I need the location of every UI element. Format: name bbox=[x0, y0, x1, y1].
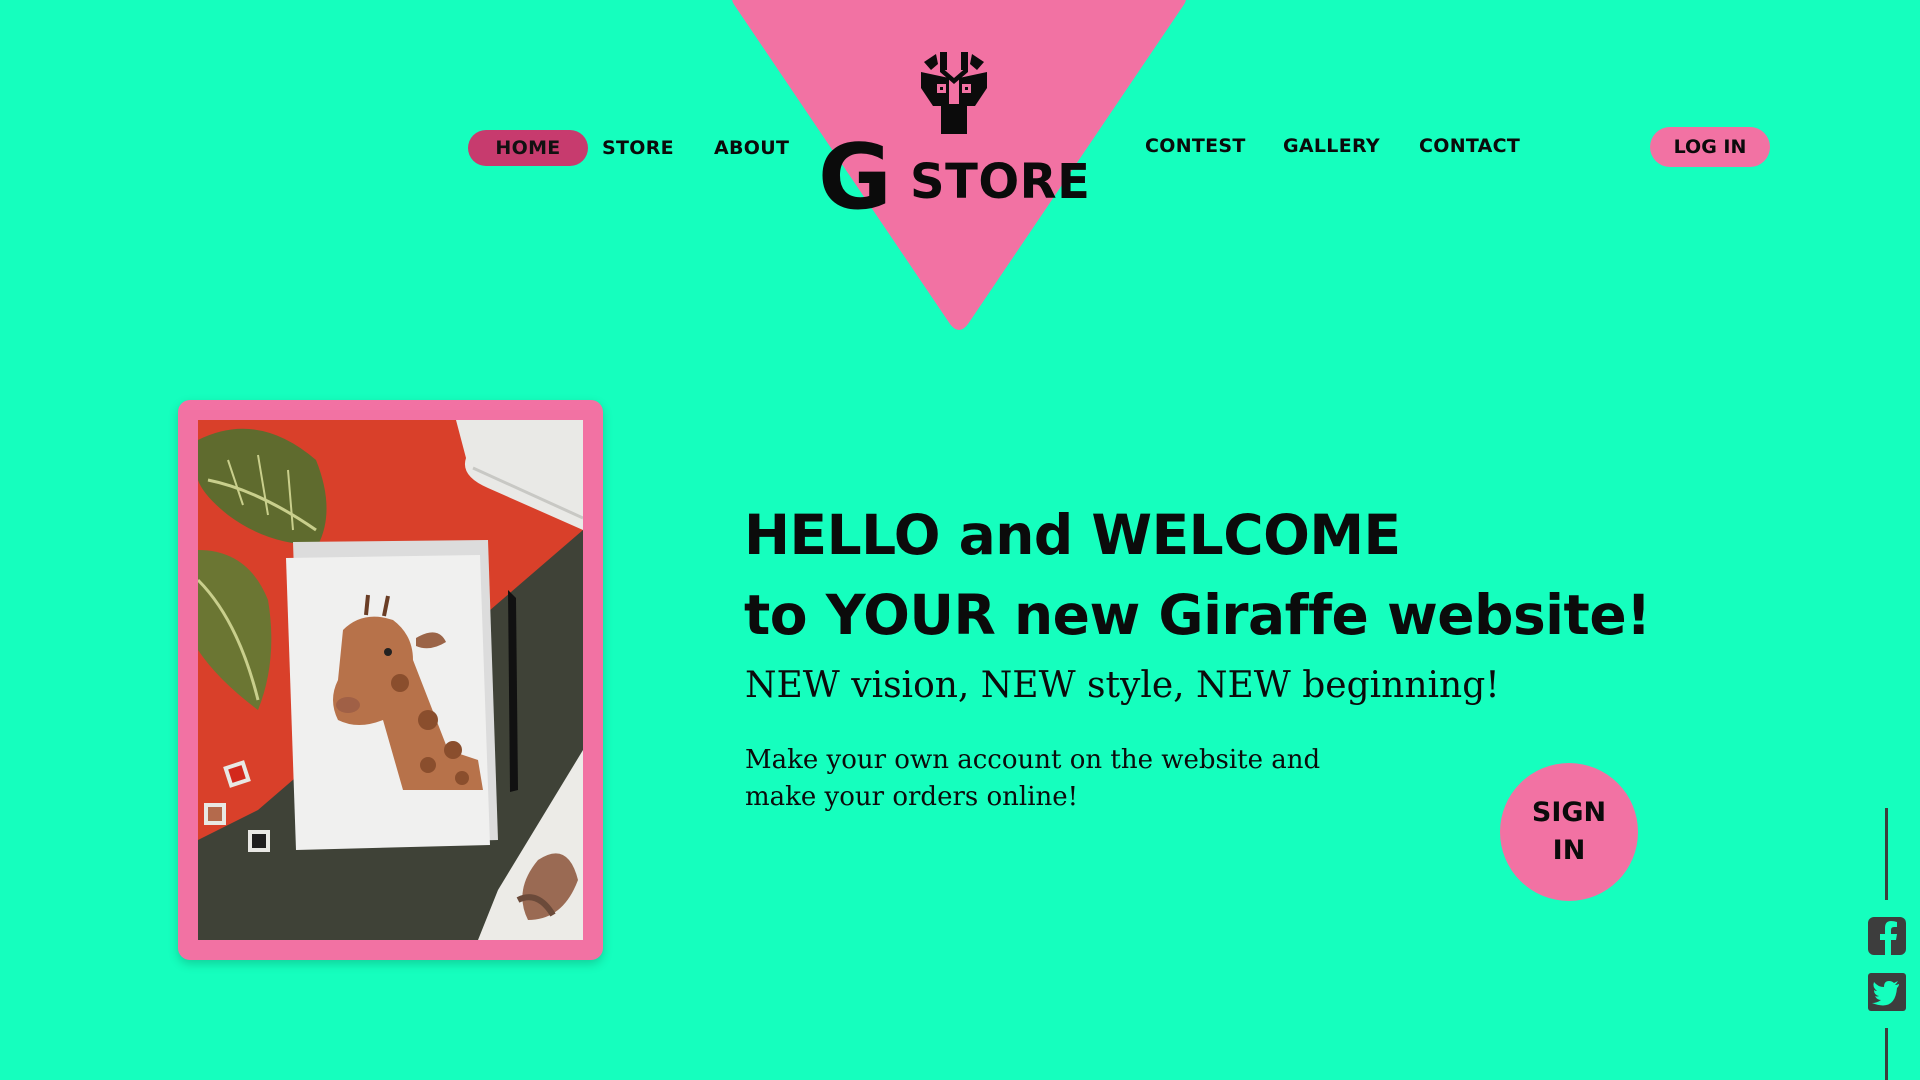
hero-headline-line1: HELLO and WELCOME bbox=[744, 503, 1401, 567]
logo-letter[interactable]: G bbox=[818, 128, 892, 228]
hero-subline: NEW vision, NEW style, NEW beginning! bbox=[745, 665, 1500, 706]
hero-headline-line2: to YOUR new Giraffe website! bbox=[744, 583, 1651, 647]
nav-gallery[interactable]: GALLERY bbox=[1283, 128, 1380, 164]
nav-home[interactable]: HOME bbox=[468, 130, 588, 166]
social-rail-line-bottom bbox=[1885, 1028, 1888, 1080]
logo-text[interactable]: STORE bbox=[910, 152, 1090, 212]
nav-about[interactable]: ABOUT bbox=[714, 130, 789, 166]
hero-body-text: Make your own account on the website and… bbox=[745, 745, 1321, 812]
hero-headline: HELLO and WELCOME to YOUR new Giraffe we… bbox=[744, 495, 1651, 655]
facebook-icon[interactable] bbox=[1867, 916, 1907, 956]
nav-store[interactable]: STORE bbox=[602, 130, 674, 166]
giraffe-head-icon[interactable] bbox=[909, 48, 999, 138]
sign-in-label: SIGN IN bbox=[1531, 797, 1607, 866]
login-button[interactable]: LOG IN bbox=[1650, 127, 1770, 167]
social-rail-line-top bbox=[1885, 808, 1888, 900]
nav-contact[interactable]: CONTACT bbox=[1419, 128, 1520, 164]
sign-in-button[interactable]: SIGN IN bbox=[1500, 763, 1638, 901]
hero-image-card bbox=[178, 400, 603, 960]
nav-contest[interactable]: CONTEST bbox=[1145, 128, 1246, 164]
hero-image bbox=[198, 420, 583, 940]
twitter-icon[interactable] bbox=[1867, 972, 1907, 1012]
